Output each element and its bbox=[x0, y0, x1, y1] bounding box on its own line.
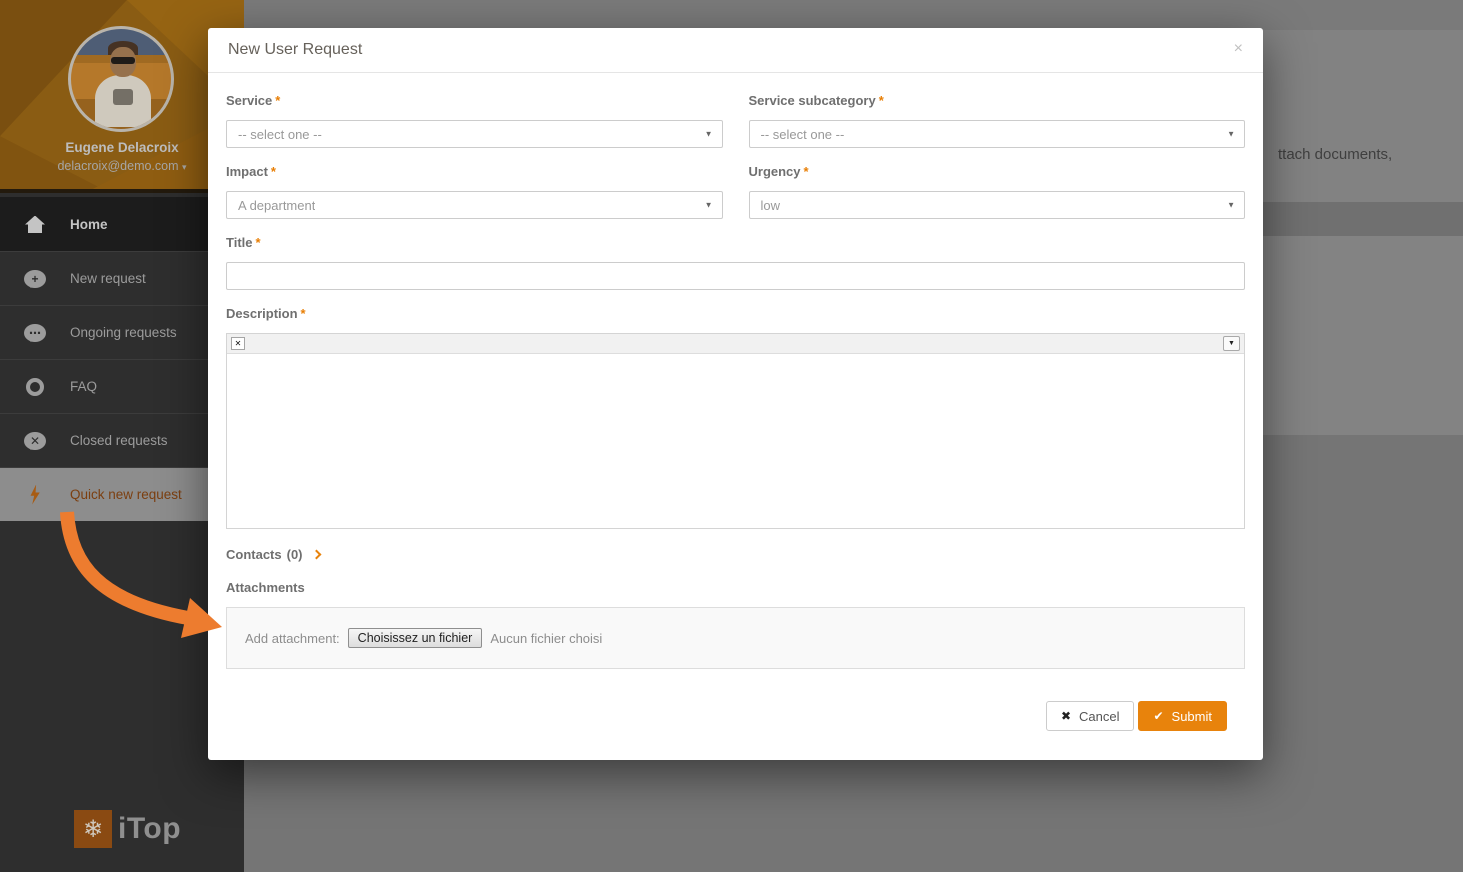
cancel-button[interactable]: ✖ Cancel bbox=[1046, 701, 1135, 731]
urgency-label: Urgency* bbox=[749, 164, 1246, 179]
broken-image-icon: ✕ bbox=[231, 337, 245, 350]
required-mark: * bbox=[256, 235, 261, 250]
attachments-label: Attachments bbox=[226, 580, 1245, 595]
background-topbar bbox=[244, 0, 1463, 30]
description-input-area[interactable] bbox=[227, 354, 1244, 529]
title-label: Title* bbox=[226, 235, 1245, 250]
service-select[interactable]: -- select one -- ▼ bbox=[226, 120, 723, 148]
close-icon[interactable]: × bbox=[1228, 38, 1249, 60]
service-subcategory-select-value: -- select one -- bbox=[761, 127, 845, 142]
chevron-right-icon[interactable] bbox=[311, 550, 321, 560]
service-label: Service* bbox=[226, 93, 723, 108]
cancel-x-icon: ✖ bbox=[1061, 709, 1071, 723]
select-caret-icon: ▼ bbox=[1227, 130, 1235, 139]
service-select-value: -- select one -- bbox=[238, 127, 322, 142]
modal-title: New User Request bbox=[228, 41, 362, 58]
avatar-sunglasses bbox=[111, 57, 135, 64]
select-caret-icon: ▼ bbox=[705, 201, 713, 210]
field-urgency: Urgency* low ▼ bbox=[749, 164, 1246, 235]
sidebar-item-label: Closed requests bbox=[70, 433, 168, 448]
description-editor: ✕ ▼ bbox=[226, 333, 1245, 529]
editor-toolbar: ✕ ▼ bbox=[227, 334, 1244, 354]
urgency-select[interactable]: low ▼ bbox=[749, 191, 1246, 219]
title-input[interactable] bbox=[226, 262, 1245, 290]
collapse-toolbar-button[interactable]: ▼ bbox=[1223, 336, 1240, 351]
faq-lifering-icon bbox=[0, 378, 70, 396]
submit-check-icon: ✔ bbox=[1153, 709, 1163, 723]
required-mark: * bbox=[301, 306, 306, 321]
description-label: Description* bbox=[226, 306, 1245, 321]
submit-button-label: Submit bbox=[1172, 709, 1212, 724]
submit-button[interactable]: ✔ Submit bbox=[1138, 701, 1227, 731]
field-service-subcategory: Service subcategory* -- select one -- ▼ bbox=[749, 93, 1246, 164]
field-service: Service* -- select one -- ▼ bbox=[226, 93, 723, 164]
sidebar-item-label: FAQ bbox=[70, 379, 97, 394]
contacts-section: Contacts (0) bbox=[226, 547, 1245, 562]
impact-select[interactable]: A department ▼ bbox=[226, 191, 723, 219]
required-mark: * bbox=[804, 164, 809, 179]
sidebar-item-label: Quick new request bbox=[70, 487, 182, 502]
select-caret-icon: ▼ bbox=[705, 130, 713, 139]
impact-select-value: A department bbox=[238, 198, 315, 213]
lightning-icon bbox=[0, 485, 70, 505]
background-partial-text: ttach documents, bbox=[1278, 146, 1392, 163]
impact-label: Impact* bbox=[226, 164, 723, 179]
field-impact: Impact* A department ▼ bbox=[226, 164, 723, 235]
cancel-button-label: Cancel bbox=[1079, 709, 1119, 724]
no-file-chosen-text: Aucun fichier choisi bbox=[490, 631, 602, 646]
itop-logo-icon: ❄ bbox=[74, 810, 112, 848]
sidebar-item-label: New request bbox=[70, 271, 146, 286]
modal-footer: ✖ Cancel ✔ Submit bbox=[226, 701, 1245, 731]
chevron-down-icon: ▾ bbox=[182, 162, 187, 172]
urgency-select-value: low bbox=[761, 198, 781, 213]
required-mark: * bbox=[275, 93, 280, 108]
contacts-count: (0) bbox=[287, 547, 303, 562]
page: { "sidebar": { "user": { "name": "Eugene… bbox=[0, 0, 1463, 872]
ongoing-requests-icon: ⋯ bbox=[0, 324, 70, 342]
avatar-shirt-print bbox=[113, 89, 133, 105]
add-attachment-label: Add attachment: bbox=[245, 631, 340, 646]
new-user-request-modal: New User Request × Service* -- select on… bbox=[208, 28, 1263, 760]
avatar bbox=[68, 26, 174, 132]
required-mark: * bbox=[271, 164, 276, 179]
modal-header: New User Request × bbox=[208, 28, 1263, 73]
modal-body: Service* -- select one -- ▼ Service subc… bbox=[208, 73, 1263, 731]
itop-logo-text: iTop bbox=[118, 812, 181, 846]
service-subcategory-label: Service subcategory* bbox=[749, 93, 1246, 108]
select-caret-icon: ▼ bbox=[1227, 201, 1235, 210]
sidebar-item-label: Home bbox=[70, 217, 108, 232]
closed-requests-icon: ✕ bbox=[0, 432, 70, 450]
itop-logo: ❄ iTop bbox=[74, 810, 181, 848]
contacts-label: Contacts bbox=[226, 547, 282, 562]
attachments-panel: Add attachment: Choisissez un fichier Au… bbox=[226, 607, 1245, 669]
new-request-icon: + bbox=[0, 270, 70, 288]
sidebar-item-label: Ongoing requests bbox=[70, 325, 177, 340]
home-icon bbox=[0, 216, 70, 233]
service-subcategory-select[interactable]: -- select one -- ▼ bbox=[749, 120, 1246, 148]
choose-file-button[interactable]: Choisissez un fichier bbox=[348, 628, 483, 648]
user-email: delacroix@demo.com bbox=[57, 159, 178, 173]
required-mark: * bbox=[879, 93, 884, 108]
